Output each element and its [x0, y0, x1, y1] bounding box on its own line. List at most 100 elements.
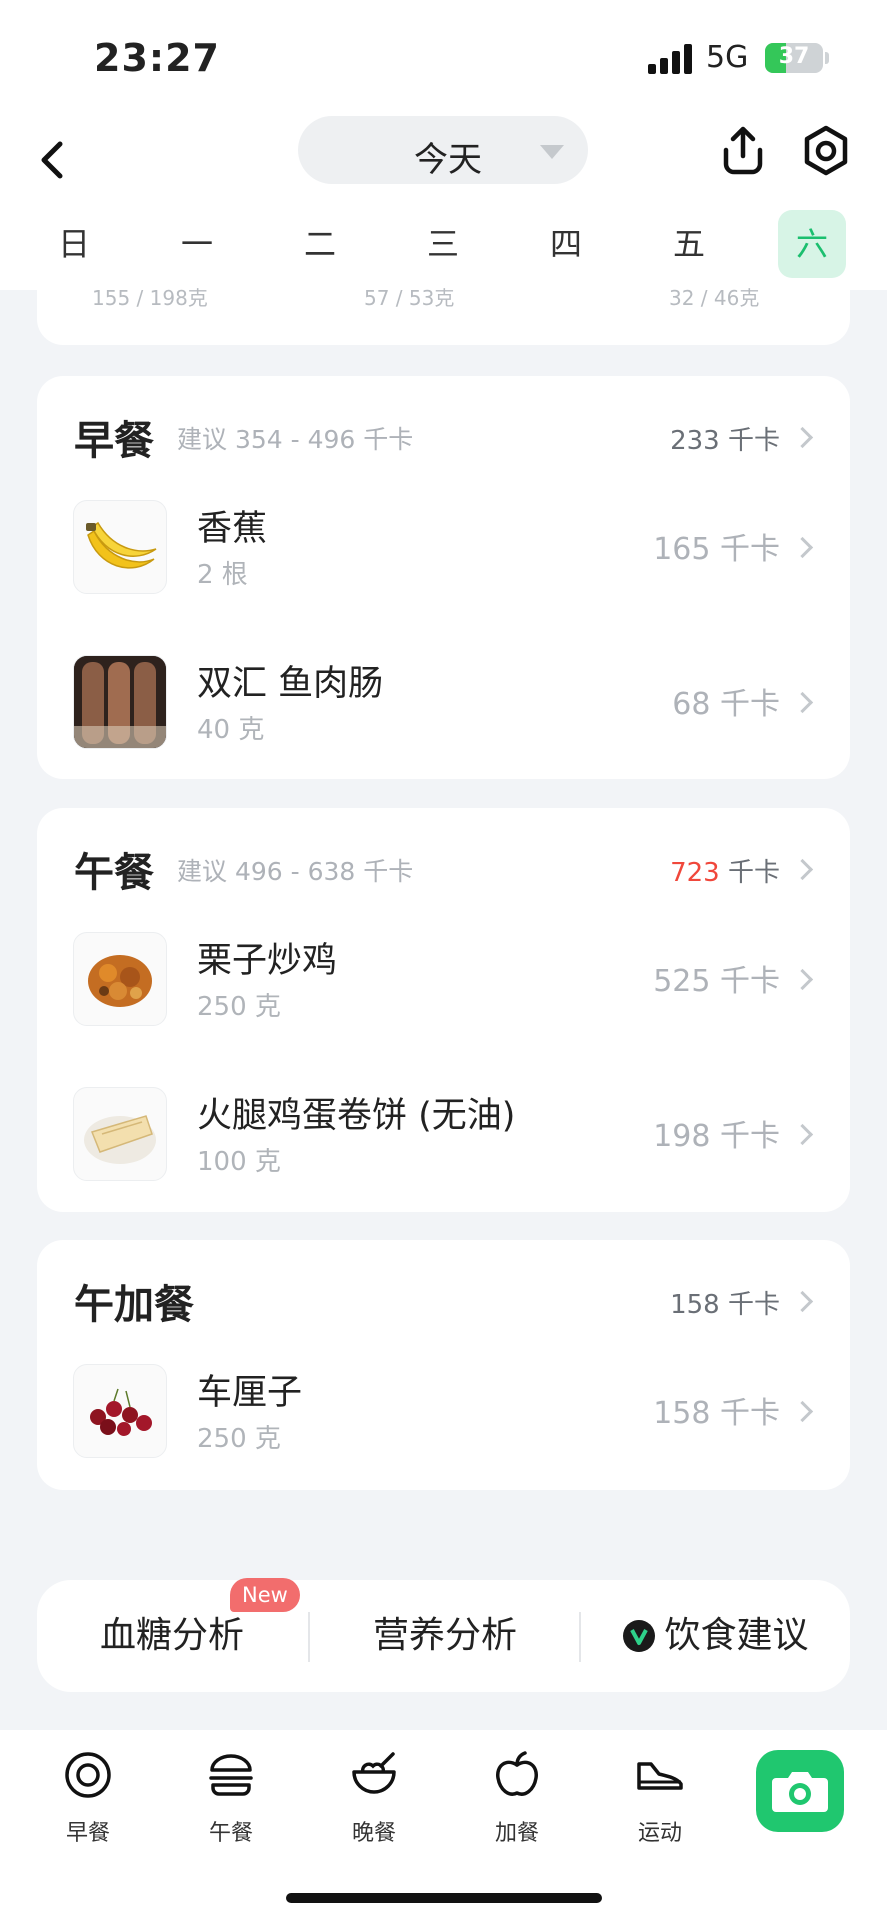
- weekday-fri[interactable]: 五: [655, 210, 723, 278]
- nav-label: 加餐: [494, 1821, 539, 1846]
- food-calories: 158 千卡: [653, 1396, 780, 1431]
- nav-snack[interactable]: 加餐: [467, 1740, 567, 1860]
- food-item-egg-roll[interactable]: 火腿鸡蛋卷饼 (无油) 100 克 198 千卡: [37, 1077, 850, 1197]
- status-bar: 23:27 5G 37: [0, 0, 887, 110]
- bottom-nav: 早餐 午餐 晚餐 加餐 运动: [0, 1730, 887, 1920]
- v-badge-icon: [623, 1620, 656, 1652]
- weekday-sun[interactable]: 日: [40, 210, 108, 278]
- chevron-right-icon: [791, 426, 814, 449]
- chevron-right-icon: [791, 1290, 814, 1313]
- meal-title: 午餐: [74, 850, 154, 896]
- network-type: 5G: [706, 40, 749, 75]
- food-quantity: 250 克: [197, 1424, 281, 1454]
- food-quantity: 40 克: [197, 715, 265, 745]
- weekday-sat[interactable]: 六: [778, 210, 846, 278]
- lunch-header[interactable]: 午餐 建议 496 - 638 千卡 723 千卡: [37, 808, 850, 918]
- home-indicator[interactable]: [286, 1893, 602, 1903]
- camera-icon: [772, 1772, 828, 1812]
- afternoon-snack-header[interactable]: 午加餐 158 千卡: [37, 1240, 850, 1350]
- food-calories: 68 千卡: [672, 687, 780, 722]
- status-time: 23:27: [94, 36, 220, 80]
- settings-button[interactable]: [800, 124, 852, 178]
- nav-dinner[interactable]: 晚餐: [324, 1740, 424, 1860]
- nav-label: 午餐: [208, 1821, 253, 1846]
- food-name: 栗子炒鸡: [197, 941, 338, 981]
- food-calories: 198 千卡: [653, 1119, 780, 1154]
- food-calories: 165 千卡: [653, 532, 780, 567]
- food-item-fish-sausage[interactable]: 双汇 鱼肉肠 40 克 68 千卡: [37, 645, 850, 765]
- weekday-selector: 日 一 二 三 四 五 六: [0, 210, 887, 280]
- cellular-signal-icon: [648, 44, 694, 74]
- food-name: 车厘子: [197, 1373, 303, 1413]
- date-selector-label: 今天: [414, 140, 482, 180]
- carbs-progress: 155 / 198克: [92, 286, 208, 310]
- banana-photo: [73, 500, 167, 594]
- analysis-bar: 血糖分析 New 营养分析 饮食建议: [37, 1578, 850, 1692]
- back-button[interactable]: [28, 130, 78, 190]
- food-item-banana[interactable]: 香蕉 2 根 165 千卡: [37, 490, 850, 610]
- weekday-tue[interactable]: 二: [286, 210, 354, 278]
- chevron-right-icon: [791, 858, 814, 881]
- battery-tip: [825, 52, 829, 64]
- meal-suggestion: 建议 354 - 496 千卡: [177, 425, 414, 454]
- nutrient-summary-card: 155 / 198克 57 / 53克 32 / 46克: [37, 286, 850, 345]
- chevron-right-icon: [791, 1123, 814, 1146]
- date-selector[interactable]: 今天: [298, 116, 588, 184]
- meal-total-calories: 233 千卡: [670, 426, 780, 456]
- meal-total-calories: 723 千卡: [670, 858, 780, 888]
- apple-icon: [496, 1751, 538, 1796]
- lunch-card: 午餐 建议 496 - 638 千卡 723 千卡 栗子炒鸡 250 克 525…: [37, 808, 850, 1212]
- nav-breakfast[interactable]: 早餐: [38, 1740, 138, 1860]
- food-quantity: 250 克: [197, 992, 281, 1022]
- battery-icon: 37: [765, 43, 823, 73]
- over-limit-value: 723: [670, 858, 720, 888]
- camera-button[interactable]: [756, 1750, 844, 1832]
- nutrition-analysis-button[interactable]: 营养分析: [310, 1580, 580, 1692]
- food-quantity: 2 根: [197, 560, 248, 590]
- burger-icon: [209, 1754, 253, 1796]
- plate-icon: [65, 1752, 111, 1798]
- weekday-wed[interactable]: 三: [409, 210, 477, 278]
- gear-icon: [804, 125, 848, 176]
- nav-lunch[interactable]: 午餐: [181, 1740, 281, 1860]
- afternoon-snack-card: 午加餐 158 千卡 车厘子 250 克 158 千卡: [37, 1240, 850, 1490]
- sneaker-icon: [637, 1762, 683, 1790]
- share-icon: [723, 126, 763, 175]
- header: 今天 日 一 二 三 四 五 六: [0, 110, 887, 290]
- breakfast-header[interactable]: 早餐 建议 354 - 496 千卡 233 千卡: [37, 376, 850, 486]
- meal-suggestion: 建议 496 - 638 千卡: [177, 857, 414, 886]
- fish-sausage-photo: [73, 655, 167, 749]
- cherries-photo: [73, 1364, 167, 1458]
- egg-roll-photo: [73, 1087, 167, 1181]
- food-quantity: 100 克: [197, 1147, 281, 1177]
- meal-title: 午加餐: [74, 1282, 194, 1328]
- diet-advice-button[interactable]: 饮食建议: [581, 1580, 850, 1692]
- chevron-left-icon: [41, 141, 63, 179]
- share-button[interactable]: [718, 124, 768, 178]
- chevron-right-icon: [791, 1400, 814, 1423]
- battery-level: 37: [778, 44, 810, 69]
- weekday-mon[interactable]: 一: [163, 210, 231, 278]
- nav-label: 晚餐: [351, 1821, 396, 1846]
- food-name: 双汇 鱼肉肠: [197, 664, 384, 704]
- meal-title: 早餐: [74, 418, 154, 464]
- food-name: 火腿鸡蛋卷饼 (无油): [197, 1096, 516, 1136]
- fat-progress: 32 / 46克: [669, 286, 760, 310]
- breakfast-card: 早餐 建议 354 - 496 千卡 233 千卡 香蕉 2 根 165 千卡: [37, 376, 850, 779]
- bowl-icon: [352, 1752, 396, 1794]
- caret-down-icon: [540, 145, 564, 159]
- food-name: 香蕉: [197, 509, 268, 549]
- nav-label: 运动: [637, 1821, 682, 1846]
- chestnut-chicken-photo: [73, 932, 167, 1026]
- chevron-right-icon: [791, 691, 814, 714]
- food-calories: 525 千卡: [653, 964, 780, 999]
- food-item-cherries[interactable]: 车厘子 250 克 158 千卡: [37, 1354, 850, 1474]
- food-item-chestnut-chicken[interactable]: 栗子炒鸡 250 克 525 千卡: [37, 922, 850, 1042]
- protein-progress: 57 / 53克: [364, 286, 455, 310]
- nav-exercise[interactable]: 运动: [610, 1740, 710, 1860]
- new-badge: New: [230, 1578, 300, 1612]
- diet-advice-label: 饮食建议: [664, 1615, 809, 1656]
- weekday-thu[interactable]: 四: [532, 210, 600, 278]
- chevron-right-icon: [791, 536, 814, 559]
- meal-total-calories: 158 千卡: [670, 1290, 780, 1320]
